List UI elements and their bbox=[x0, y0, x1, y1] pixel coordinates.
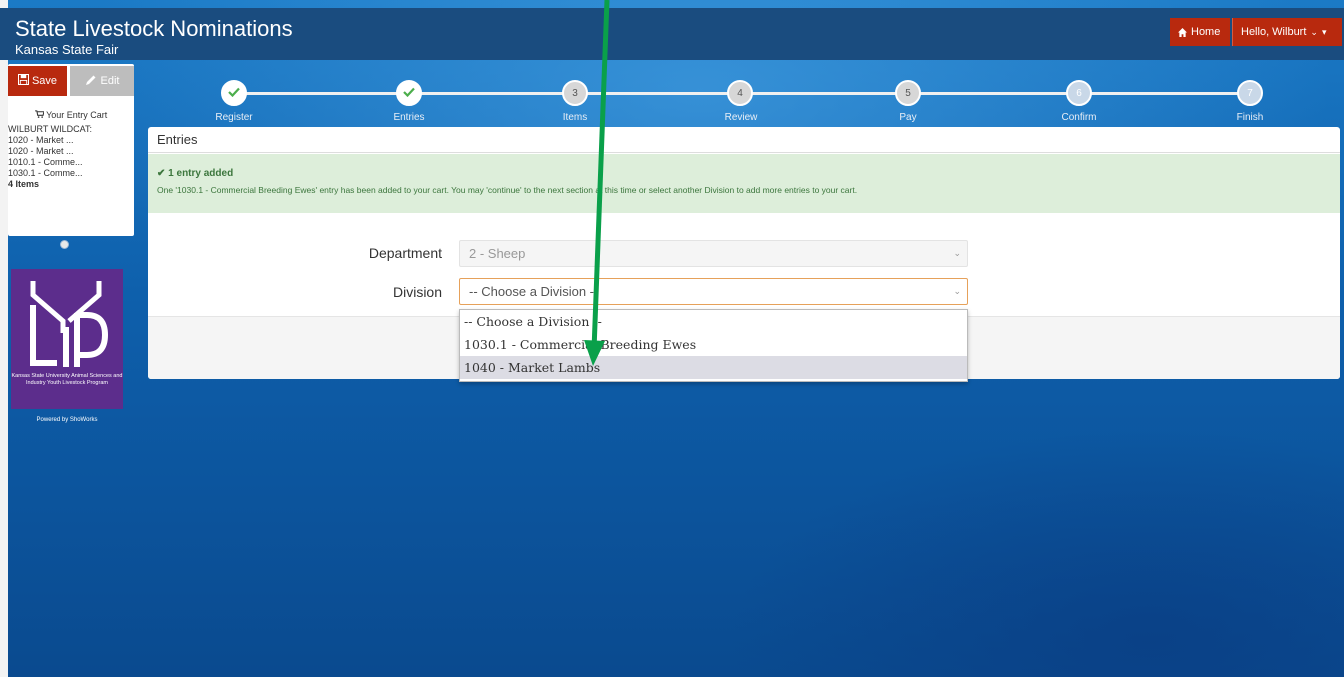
panel-heading: Entries bbox=[148, 127, 1340, 153]
division-label: Division bbox=[392, 284, 442, 300]
cart-title-label: Your Entry Cart bbox=[46, 110, 108, 120]
step-label-entries: Entries bbox=[393, 112, 425, 123]
step-entries[interactable] bbox=[396, 80, 422, 106]
page-title: State Livestock Nominations bbox=[15, 16, 293, 41]
chevron-down-icon: ⌄ bbox=[1310, 27, 1318, 37]
edit-label: Edit bbox=[100, 75, 120, 87]
step-label-pay: Pay bbox=[899, 112, 917, 123]
cart-count: 4 Items bbox=[8, 179, 40, 189]
caret-down-icon: ▾ bbox=[1321, 27, 1327, 37]
entry-cart-panel: Save Edit Your Entry Cart WILBURT WILDCA… bbox=[8, 64, 134, 236]
step-finish[interactable]: 7 bbox=[1237, 80, 1263, 106]
step-label-items: Items bbox=[562, 112, 588, 123]
home-icon bbox=[1178, 27, 1187, 37]
cart-list: WILBURT WILDCAT: 1020 - Market ... 1020 … bbox=[8, 124, 92, 190]
logo-caption: Kansas State University Animal Sciences … bbox=[11, 373, 123, 386]
step-label-finish: Finish bbox=[1236, 112, 1264, 123]
division-dropdown-list[interactable]: -- Choose a Division -- 1030.1 - Commerc… bbox=[459, 309, 968, 382]
list-item: 1010.1 - Comme... bbox=[8, 157, 83, 167]
department-select[interactable]: 2 - Sheep ⌄ bbox=[459, 240, 968, 267]
division-select[interactable]: -- Choose a Division -- ⌄ bbox=[459, 278, 968, 305]
list-item: 1030.1 - Comme... bbox=[8, 168, 83, 178]
shopping-cart-icon bbox=[34, 110, 46, 120]
pencil-icon bbox=[85, 74, 97, 89]
chevron-down-icon: ⌄ bbox=[953, 286, 961, 296]
powered-by: Powered by ShoWorks bbox=[36, 417, 98, 423]
division-option[interactable]: -- Choose a Division -- bbox=[460, 310, 967, 333]
check-icon bbox=[228, 87, 240, 100]
step-label-confirm: Confirm bbox=[1061, 112, 1097, 123]
step-confirm[interactable]: 6 bbox=[1066, 80, 1092, 106]
success-alert: ✔ 1 entry added One '1030.1 - Commercial… bbox=[148, 154, 1340, 213]
division-option-highlighted[interactable]: 1040 - Market Lambs bbox=[460, 356, 967, 379]
home-label: Home bbox=[1191, 26, 1221, 38]
sidebar-toggle[interactable] bbox=[60, 240, 69, 249]
step-label-review: Review bbox=[724, 112, 758, 123]
page-subtitle: Kansas State Fair bbox=[15, 42, 119, 57]
cart-title: Your Entry Cart bbox=[8, 110, 134, 120]
save-button[interactable]: Save bbox=[8, 66, 67, 96]
edit-button[interactable]: Edit bbox=[70, 66, 134, 96]
lyp-logo: Kansas State University Animal Sciences … bbox=[11, 269, 123, 409]
check-icon bbox=[403, 87, 415, 100]
department-value: 2 - Sheep bbox=[469, 246, 526, 261]
alert-title-text: 1 entry added bbox=[168, 168, 234, 179]
division-option[interactable]: 1030.1 - Commercial Breeding Ewes bbox=[460, 333, 967, 356]
step-review[interactable]: 4 bbox=[727, 80, 753, 106]
alert-message: One '1030.1 - Commercial Breeding Ewes' … bbox=[157, 185, 858, 195]
step-items[interactable]: 3 bbox=[562, 80, 588, 106]
step-label-register: Register bbox=[215, 112, 253, 123]
step-pay[interactable]: 5 bbox=[895, 80, 921, 106]
user-menu-button[interactable]: Hello, Wilburt ⌄ ▾ bbox=[1232, 18, 1342, 46]
home-button[interactable]: Home bbox=[1170, 18, 1230, 46]
app-header: State Livestock Nominations Kansas State… bbox=[0, 8, 1344, 60]
list-item: 1020 - Market ... bbox=[8, 146, 74, 156]
department-label: Department bbox=[368, 245, 442, 261]
left-edge-stripe bbox=[0, 0, 8, 677]
floppy-disk-icon bbox=[17, 73, 30, 88]
lyp-logo-mark bbox=[30, 281, 109, 367]
division-value: -- Choose a Division -- bbox=[469, 284, 599, 299]
user-label: Hello, Wilburt bbox=[1241, 26, 1307, 38]
save-label: Save bbox=[31, 75, 58, 87]
chevron-down-icon: ⌄ bbox=[953, 248, 961, 258]
alert-title: ✔ 1 entry added bbox=[157, 168, 1331, 179]
check-icon: ✔ bbox=[157, 168, 166, 179]
step-register[interactable] bbox=[221, 80, 247, 106]
list-item: 1020 - Market ... bbox=[8, 135, 74, 145]
cart-owner: WILBURT WILDCAT: bbox=[8, 124, 93, 134]
